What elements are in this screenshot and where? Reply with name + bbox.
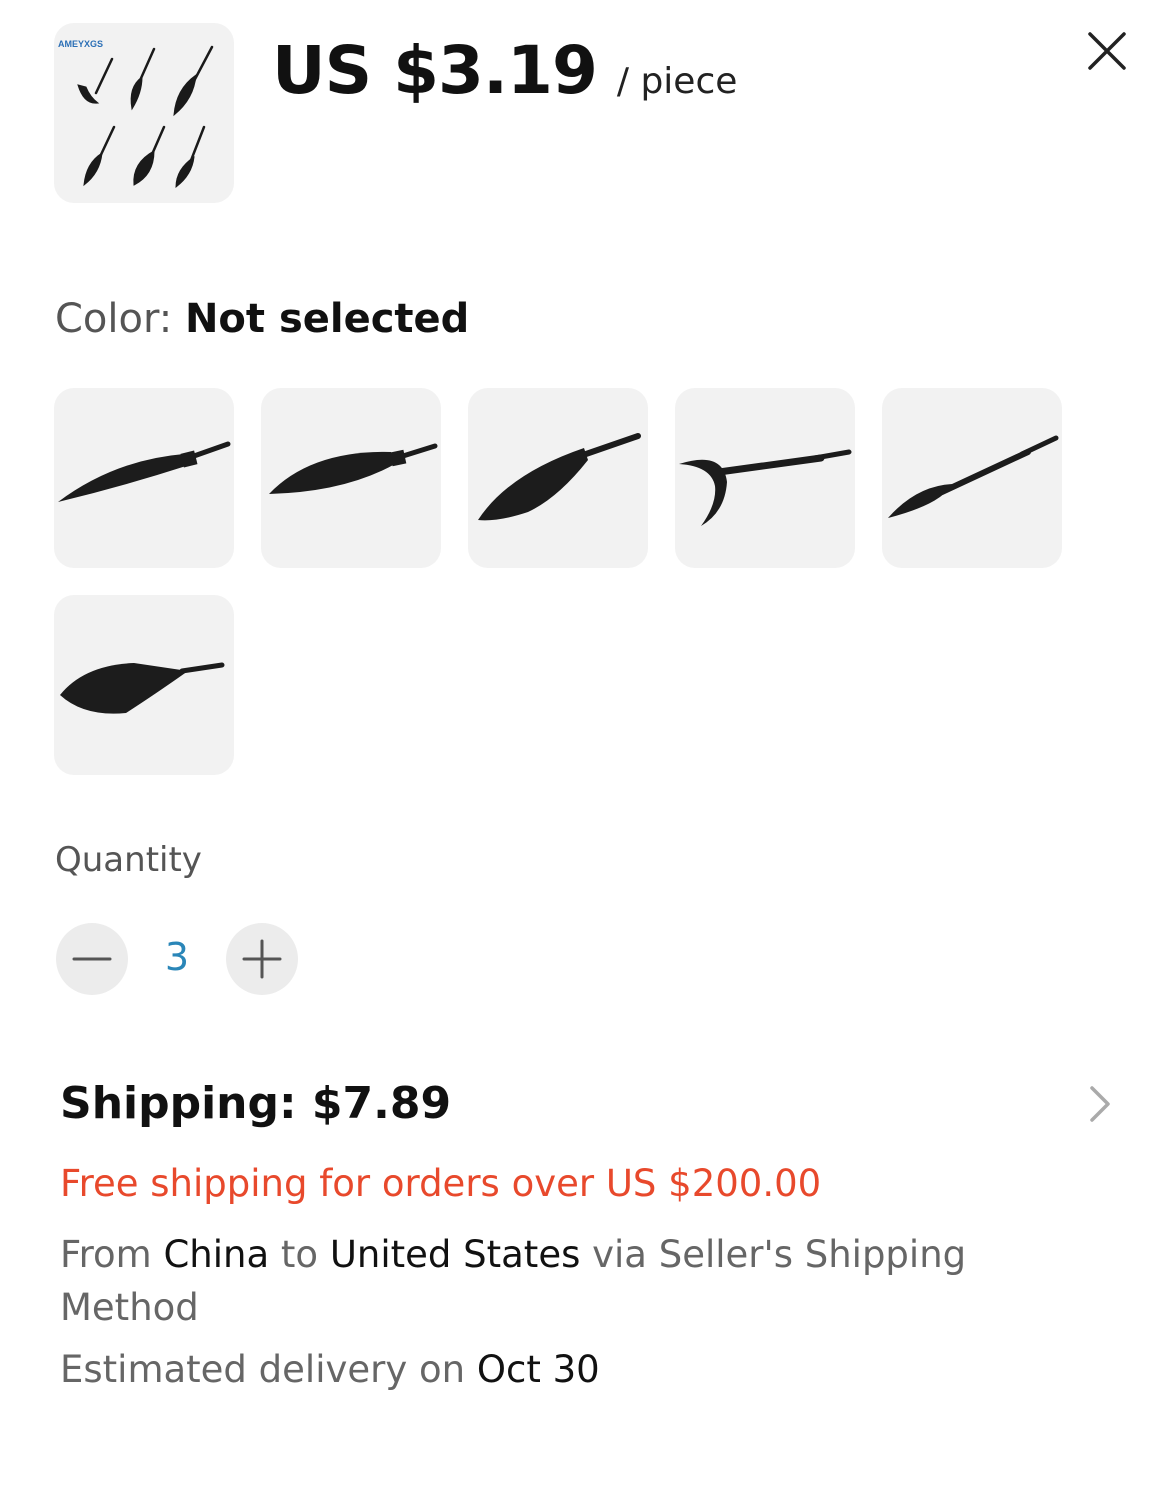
quantity-label: Quantity (55, 840, 202, 880)
route-to-text: to (269, 1233, 330, 1276)
free-shipping-notice: Free shipping for orders over US $200.00 (60, 1162, 822, 1205)
quantity-decrease-button[interactable] (56, 923, 128, 995)
crescent-arrowhead-icon (679, 449, 852, 526)
sku-selector-sheet: AMEYXGS US $3.19 / piece Color: Not sele… (0, 0, 1170, 1494)
shipping-route: From China to United States via Seller's… (60, 1228, 1060, 1334)
brand-logo: AMEYXGS (58, 39, 104, 49)
product-thumbnail: AMEYXGS (54, 23, 234, 203)
color-swatch-3[interactable] (468, 388, 648, 568)
route-origin: China (163, 1233, 270, 1276)
price-display: US $3.19 / piece (272, 32, 737, 109)
route-destination: United States (329, 1233, 581, 1276)
chevron-right-icon (1090, 1086, 1110, 1122)
color-swatch-5[interactable] (882, 388, 1062, 568)
eta-date: Oct 30 (476, 1348, 600, 1391)
close-button[interactable] (1084, 28, 1130, 74)
quantity-value[interactable]: 3 (150, 935, 204, 979)
color-swatch-6[interactable] (54, 595, 234, 775)
eta-label: Estimated delivery on (60, 1348, 477, 1391)
arrowhead-set-thumbnail-icon (77, 45, 214, 189)
estimated-delivery: Estimated delivery on Oct 30 (60, 1348, 600, 1391)
color-swatch-4[interactable] (675, 388, 855, 568)
plus-icon (242, 939, 282, 979)
color-label: Color: Not selected (55, 296, 469, 342)
color-label-text: Color: (55, 296, 173, 342)
close-icon (1088, 32, 1126, 70)
shipping-cost: Shipping: $7.89 (60, 1078, 452, 1129)
price-unit: / piece (616, 61, 738, 102)
minus-icon (72, 957, 112, 961)
blade-arrowhead-2-icon (269, 443, 438, 494)
color-swatch-1[interactable] (54, 388, 234, 568)
color-selected-value: Not selected (184, 296, 470, 342)
quantity-increase-button[interactable] (226, 923, 298, 995)
shipping-details-button[interactable] (1084, 1082, 1116, 1126)
price-amount: US $3.19 (272, 32, 598, 109)
blade-arrowhead-3-icon (478, 433, 641, 521)
spear-arrowhead-icon (888, 435, 1059, 518)
broad-arrowhead-icon (60, 662, 225, 714)
color-swatch-2[interactable] (261, 388, 441, 568)
blade-arrowhead-1-icon (58, 441, 231, 502)
route-from-text: From (60, 1233, 164, 1276)
